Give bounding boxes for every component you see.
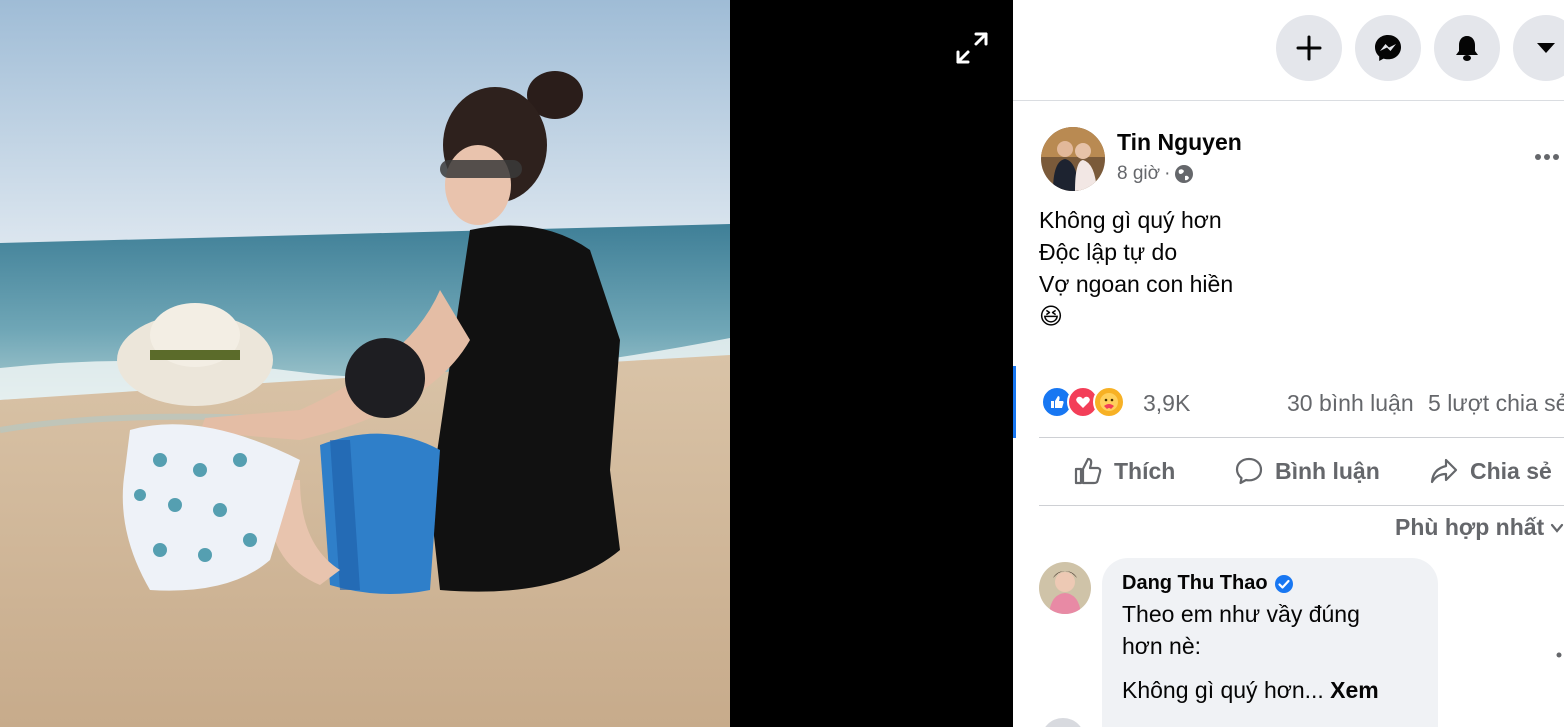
account-menu-button[interactable] [1513,15,1564,81]
chevron-down-icon [1551,523,1564,533]
comment-icon [1235,457,1263,485]
post-options-button[interactable] [1532,140,1564,174]
comment-preview: Không gì quý hơn... [1122,677,1324,703]
comment-text: Theo em như vầy đúng hơn nè: Không gì qu… [1122,598,1422,706]
share-label: Chia sẻ [1470,457,1552,484]
share-button[interactable]: Chia sẻ [1428,450,1552,492]
plus-icon [1296,35,1322,61]
post-line: Không gì quý hơn [1039,207,1222,233]
comment-line: hơn nè: [1122,633,1202,659]
post-emoji: 😆 [1039,303,1063,329]
comments-count[interactable]: 30 bình luận [1287,390,1414,416]
notifications-button[interactable] [1434,15,1500,81]
top-navigation [1013,0,1564,101]
post-line: Độc lập tự do [1039,239,1178,265]
messenger-icon [1375,35,1401,61]
comment-line: Theo em như vầy đúng [1122,601,1360,627]
post-text: Không gì quý hơn Độc lập tự do Vợ ngoan … [1039,204,1233,332]
like-label: Thích [1114,457,1176,484]
shares-count[interactable]: 5 lượt chia sẻ [1428,390,1564,416]
commenter-name[interactable]: Dang Thu Thao [1122,572,1268,595]
comment-sort-dropdown[interactable]: Phù hợp nhất [1395,514,1564,541]
comment-button[interactable]: Bình luận [1233,450,1380,492]
post-panel: Tin Nguyen 8 giờ · Không gì quý hơn Độc … [1013,0,1564,727]
comment-preview-row: Không gì quý hơn... Xem [1122,674,1422,706]
reaction-count[interactable]: 3,9K [1143,390,1190,417]
post-time[interactable]: 8 giờ [1117,163,1160,185]
author-name[interactable]: Tin Nguyen [1117,129,1242,156]
create-button[interactable] [1276,15,1342,81]
next-commenter-avatar[interactable] [1041,718,1085,727]
photo-viewer [0,0,1013,727]
comment-options-icon[interactable] [1552,642,1564,668]
post-line: Vợ ngoan con hiền [1039,271,1234,297]
accent-bar [1013,366,1016,438]
sort-label: Phù hợp nhất [1395,514,1545,540]
reaction-icons[interactable] [1041,384,1125,420]
divider [1039,437,1564,438]
engagement-counts: 30 bình luận 5 lượt chia sẻ [1287,390,1564,417]
bell-icon [1456,36,1478,61]
post-meta: 8 giờ · [1117,163,1194,185]
more-horizontal-icon [1535,154,1559,160]
thumbs-up-icon [1074,457,1102,485]
care-reaction-icon [1093,386,1125,418]
verified-badge-icon [1274,574,1293,593]
comment-bubble: Dang Thu Thao Theo em như vầy đúng hơn n… [1102,558,1438,727]
divider [1039,505,1564,506]
commenter-avatar[interactable] [1039,562,1091,614]
like-button[interactable]: Thích [1072,450,1175,492]
share-arrow-icon [1430,458,1458,484]
commenter-name-row: Dang Thu Thao [1122,572,1294,595]
meta-separator: · [1164,163,1171,184]
author-avatar[interactable] [1041,127,1105,191]
expand-icon[interactable] [952,28,992,68]
comment-label: Bình luận [1275,457,1380,484]
post-photo[interactable] [0,0,730,727]
globe-icon[interactable] [1174,164,1194,184]
see-more-link[interactable]: Xem [1330,677,1379,703]
messenger-button[interactable] [1355,15,1421,81]
caret-down-icon [1537,43,1555,53]
